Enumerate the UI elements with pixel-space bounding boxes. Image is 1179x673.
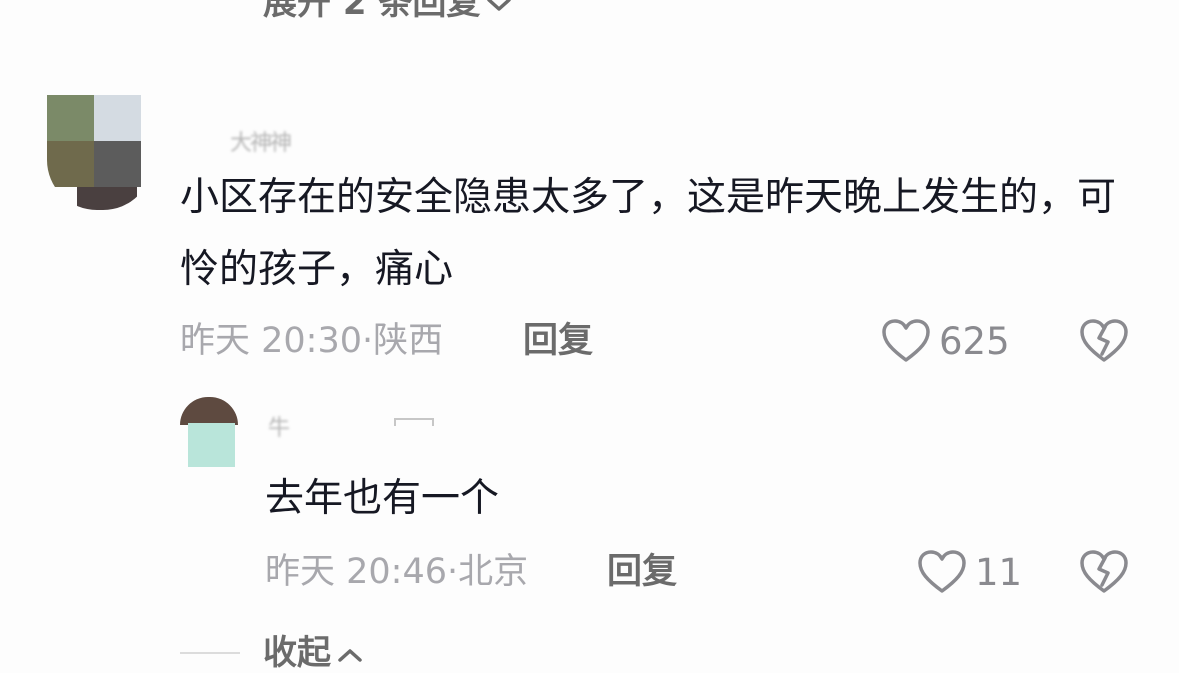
like-count: 625 [939,319,1010,363]
reply-avatar[interactable] [180,397,238,470]
collapse-label: 收起 [263,633,331,673]
chevron-up-icon [338,648,362,662]
expand-replies-label: 展开 2 条回复 [263,0,481,23]
comment-username[interactable]: 大神神 [230,125,292,157]
like-button[interactable]: 625 [881,318,1010,364]
reply-location: 北京 [458,552,529,592]
avatar[interactable] [47,95,153,210]
broken-heart-icon[interactable] [1079,318,1129,364]
comment-meta: 昨天 20:30·陕西 [180,321,444,361]
reply-reply-button[interactable]: 回复 [607,555,677,590]
divider-line [180,652,240,654]
reply-like-count: 11 [975,550,1023,594]
reply-button[interactable]: 回复 [523,324,593,359]
expand-replies-button[interactable]: 展开 2 条回复 [263,0,512,20]
reply-username[interactable]: 牛 [268,410,290,442]
collapse-button[interactable]: 收起 [263,636,363,670]
comment-time: 昨天 20:30 [180,321,362,361]
reply-time: 昨天 20:46 [265,552,447,592]
heart-icon [882,319,930,362]
heart-icon [918,550,966,593]
comment-location: 陕西 [373,321,444,361]
broken-heart-icon[interactable] [1079,549,1129,595]
username-tag [394,418,434,426]
comment-text: 小区存在的安全隐患太多了，这是昨天晚上发生的，可怜的孩子，痛心 [180,175,1117,292]
chevron-down-icon [487,0,512,11]
reply-text: 去年也有一个 [265,476,500,521]
reply-like-button[interactable]: 11 [917,549,1022,595]
reply-meta: 昨天 20:46·北京 [265,552,529,592]
